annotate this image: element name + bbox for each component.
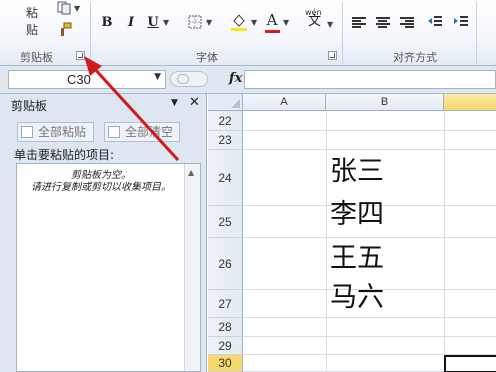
cell-b25[interactable]: 李四	[330, 200, 384, 230]
chevron-down-icon[interactable]: ▼	[283, 14, 289, 32]
table-row[interactable]	[243, 337, 496, 355]
column-header-b[interactable]: B	[326, 94, 444, 111]
format-painter-icon[interactable]	[57, 22, 73, 43]
underline-button[interactable]: U	[144, 14, 162, 32]
clipboard-pane: 剪贴板 ▼ ✕ 全部粘贴 全部清空 单击要粘贴的项目: 剪贴板为空。 请进行复制…	[0, 94, 207, 372]
fill-color-icon[interactable]	[230, 12, 248, 31]
font-group-label: 字体	[196, 51, 218, 64]
font-dialog-launcher-icon[interactable]	[328, 51, 337, 60]
row-header-29[interactable]: 29	[208, 337, 243, 355]
clipboard-dialog-launcher-icon[interactable]	[76, 51, 85, 60]
font-color-icon[interactable]: A	[264, 11, 280, 33]
scroll-up-arrow-icon[interactable]: ▲	[188, 168, 194, 177]
close-icon[interactable]: ✕	[189, 95, 200, 110]
chevron-down-icon[interactable]: ▼	[163, 14, 169, 32]
row-header-28[interactable]: 28	[208, 318, 243, 337]
align-right-icon[interactable]	[400, 17, 414, 29]
chevron-down-icon[interactable]: ▼	[74, 0, 80, 18]
worksheet-grid[interactable]: A B 22 23 24 张三 25 李四 26 王五 27 马六 28 29 …	[208, 94, 496, 372]
formula-bar: C30 ▼ fx	[0, 66, 496, 94]
clear-all-icon	[108, 126, 120, 138]
font-color-letter: A	[266, 11, 278, 29]
name-box[interactable]: C30 ▼	[8, 70, 166, 89]
row-header-24[interactable]: 24	[208, 150, 243, 206]
clipboard-group-label: 剪贴板	[20, 51, 53, 64]
copy-icon[interactable]	[56, 1, 72, 20]
formula-input[interactable]	[244, 70, 496, 89]
alignment-group-label: 对齐方式	[393, 51, 437, 64]
clear-all-button[interactable]: 全部清空	[104, 122, 180, 142]
clipboard-pane-title: 剪贴板	[11, 99, 48, 113]
row-header-23[interactable]: 23	[208, 131, 243, 150]
clear-all-label: 全部清空	[125, 125, 174, 139]
active-cell-c30[interactable]	[444, 355, 496, 372]
group-separator	[476, 2, 477, 64]
align-left-icon[interactable]	[352, 17, 366, 29]
clipboard-scrollbar[interactable]: ▲	[184, 164, 200, 371]
chevron-down-icon[interactable]: ▼	[206, 14, 212, 32]
row-header-25[interactable]: 25	[208, 206, 243, 238]
table-row[interactable]	[243, 318, 496, 337]
cell-b27[interactable]: 马六	[330, 283, 384, 313]
indent-increase-icon[interactable]	[452, 14, 470, 32]
table-row[interactable]	[243, 111, 496, 131]
chevron-down-icon[interactable]: ▼	[327, 16, 333, 34]
paste-all-icon	[21, 126, 33, 138]
insert-function-button[interactable]: fx	[229, 71, 242, 86]
empty-message-line-2: 请进行复制或剪切以收集项目。	[31, 182, 171, 193]
clipboard-instruction: 单击要粘贴的项目:	[14, 148, 115, 162]
chevron-down-icon[interactable]: ▼	[251, 14, 257, 32]
border-icon[interactable]	[186, 14, 204, 32]
paste-all-button[interactable]: 全部粘贴	[17, 122, 94, 142]
row-header-30[interactable]: 30	[208, 355, 243, 372]
group-separator	[342, 2, 343, 64]
italic-button[interactable]: I	[122, 14, 140, 32]
clipboard-empty-message: 剪贴板为空。 请进行复制或剪切以收集项目。	[21, 170, 181, 194]
ribbon: 粘贴 ▼ 剪贴板 B I U ▼ ▼ ▼ A ▼ wén 文 ▼ 字体 对齐方式	[0, 0, 496, 66]
row-header-27[interactable]: 27	[208, 290, 243, 318]
paste-button[interactable]: 粘贴	[8, 0, 44, 44]
empty-message-line-1: 剪贴板为空。	[71, 170, 131, 181]
cell-b24[interactable]: 张三	[330, 157, 384, 187]
chevron-down-icon[interactable]: ▼	[154, 72, 161, 82]
formula-bar-splitter[interactable]	[170, 71, 208, 87]
paste-all-label: 全部粘贴	[38, 125, 87, 139]
table-row[interactable]	[243, 131, 496, 150]
bold-button[interactable]: B	[98, 14, 116, 32]
group-separator	[90, 2, 91, 64]
select-all-button[interactable]	[208, 94, 243, 111]
chevron-down-icon[interactable]: ▼	[171, 98, 178, 108]
paste-label: 粘贴	[26, 6, 39, 37]
indent-decrease-icon[interactable]	[426, 14, 444, 32]
clipboard-items-list[interactable]: 剪贴板为空。 请进行复制或剪切以收集项目。 ▲	[16, 163, 201, 372]
row-header-26[interactable]: 26	[208, 238, 243, 290]
cell-b26[interactable]: 王五	[330, 244, 384, 274]
row-header-22[interactable]: 22	[208, 111, 243, 131]
name-box-value: C30	[67, 72, 91, 87]
column-header-c[interactable]	[444, 94, 496, 111]
column-header-a[interactable]: A	[243, 94, 326, 111]
align-center-icon[interactable]	[376, 17, 390, 29]
